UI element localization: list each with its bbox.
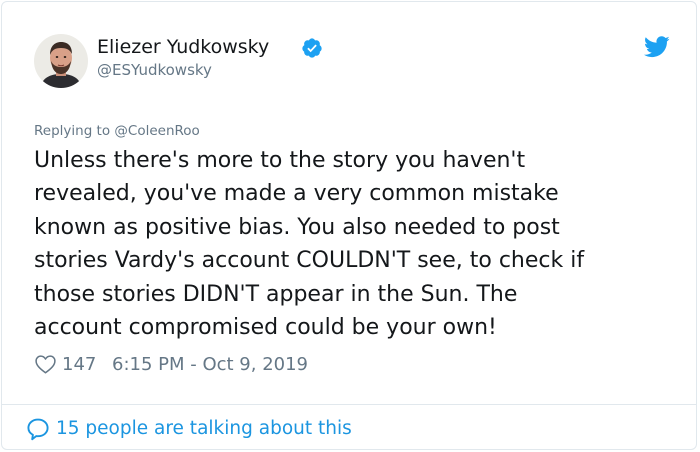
twitter-bird-icon[interactable] [644, 36, 670, 58]
verified-badge-icon [302, 38, 322, 58]
author-name[interactable]: Eliezer Yudkowsky [97, 35, 269, 59]
tweet-text-line: Unless there's more to the story you hav… [34, 148, 526, 173]
author-handle[interactable]: @ESYudkowsky [97, 60, 212, 80]
speech-bubble-icon [27, 418, 49, 441]
tweet-text-line: revealed, you've made a very common mist… [34, 181, 559, 207]
divider [2, 404, 696, 405]
tweet-text-line: those stories DIDN'T appear in the Sun. … [34, 281, 518, 307]
like-count[interactable]: 147 [62, 352, 96, 378]
avatar-photo [34, 34, 88, 88]
tweet-timestamp[interactable]: 6:15 PM - Oct 9, 2019 [112, 352, 308, 378]
talking-count-label[interactable]: 15 people are talking about this [56, 415, 352, 443]
heart-icon[interactable] [34, 353, 57, 376]
avatar[interactable] [34, 34, 88, 88]
tweet-text-line: known as positive bias. You also needed … [34, 214, 560, 240]
replying-to[interactable]: Replying to @ColeenRoo [34, 122, 200, 140]
tweet-text-line: stories Vardy's account COULDN'T see, to… [34, 248, 585, 274]
tweet-text: Unless there's more to the story you hav… [34, 144, 674, 344]
tweet-card: Eliezer Yudkowsky @ESYudkowsky Replying … [1, 1, 697, 450]
tweet-text-line: account compromised could be your own! [34, 315, 497, 341]
